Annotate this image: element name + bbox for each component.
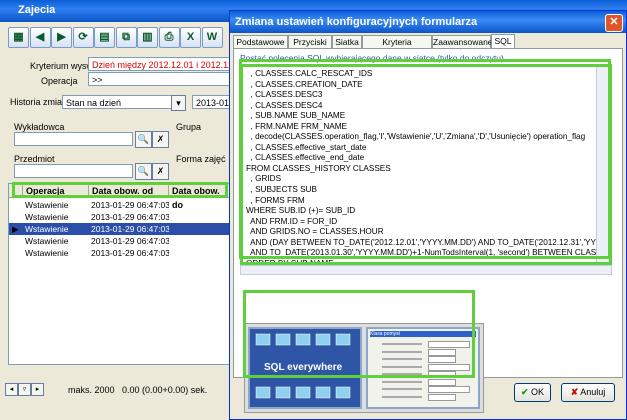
operation-field[interactable]: >>: [88, 72, 233, 86]
nav-first-icon[interactable]: ◂: [5, 383, 18, 396]
status-max: maks. 2000: [68, 385, 115, 395]
chevron-down-icon[interactable]: ▾: [171, 95, 186, 111]
cell-operacja: Wstawienie: [25, 236, 69, 246]
tab-siatka[interactable]: Siatka: [332, 35, 362, 48]
status-bar: ◂ ▿ ▸ maks. 2000 0.00 (0.00+0.00) sek.: [0, 382, 235, 398]
cell-data-od: 2013-01-29 06:47:03: [91, 200, 169, 210]
row-pointer-icon: ▶: [12, 224, 19, 234]
table-row[interactable]: ▶ Wstawienie 2013-01-29 06:47:03: [9, 223, 231, 235]
dialog-title: Zmiana ustawień konfiguracyjnych formula…: [235, 16, 478, 28]
search-icon[interactable]: 🔍: [135, 163, 152, 180]
nav-last-icon[interactable]: ▸: [31, 383, 44, 396]
ok-button[interactable]: ✔ OK: [514, 383, 551, 402]
chart-icon[interactable]: ▥: [137, 27, 158, 48]
grupa-label: Grupa: [176, 122, 202, 132]
ok-label: OK: [531, 387, 545, 397]
tab-przyciski[interactable]: Przyciski: [288, 35, 332, 48]
check-icon: ✔: [520, 387, 529, 397]
sql-highlight: [239, 59, 611, 259]
table-row[interactable]: Wstawienie 2013-01-29 06:47:03: [9, 199, 231, 211]
cell-data-od: 2013-01-29 06:47:03: [91, 236, 169, 246]
dialog-titlebar: Zmiana ustawień konfiguracyjnych formula…: [230, 11, 626, 33]
config-dialog: Zmiana ustawień konfiguracyjnych formula…: [229, 10, 627, 420]
cell-data-od: 2013-01-29 06:47:03: [91, 224, 169, 234]
thumbnail-highlight: [243, 290, 475, 378]
przedmiot-input[interactable]: [14, 164, 133, 178]
forma-label: Forma zajęć: [176, 154, 226, 164]
doc-icon[interactable]: ▤: [94, 27, 115, 48]
main-window-title: Zajecia: [18, 4, 56, 16]
criteria-label: Kryterium wysw.: [30, 61, 96, 71]
table-row[interactable]: Wstawienie 2013-01-29 06:47:03: [9, 211, 231, 223]
cell-operacja: Wstawienie: [25, 248, 69, 258]
word-icon[interactable]: W: [201, 27, 223, 48]
status-time: 0.00 (0.00+0.00) sek.: [122, 385, 208, 395]
history-select[interactable]: Stan na dzień: [62, 95, 184, 109]
grid-icon[interactable]: ▦: [8, 27, 29, 48]
clear-icon[interactable]: ✗: [152, 131, 169, 148]
history-grid: Operacja Data obow. od Data obow. do Wst…: [8, 183, 232, 365]
criteria-field[interactable]: Dzień między 2012.12.01 i 2012.12.31 i: [88, 57, 233, 71]
refresh-icon[interactable]: ⟳: [72, 27, 94, 48]
cancel-x-icon: ✘: [570, 387, 579, 397]
cell-operacja: Wstawienie: [25, 212, 69, 222]
cancel-button[interactable]: ✘ Anuluj: [561, 383, 615, 402]
search-icon[interactable]: 🔍: [135, 131, 152, 148]
back-icon[interactable]: ◀: [29, 27, 51, 48]
cell-data-od: 2013-01-29 06:47:03: [91, 212, 169, 222]
history-label: Historia zmian:: [10, 97, 70, 107]
print-icon[interactable]: ⎙: [158, 27, 180, 48]
tab-kryteria[interactable]: Kryteria filtrowania: [362, 35, 432, 60]
cell-operacja: Wstawienie: [25, 224, 69, 234]
thumbnail-form-field: [428, 378, 456, 386]
clear-icon[interactable]: ✗: [152, 163, 169, 180]
copy-icon[interactable]: ⧉: [115, 27, 137, 48]
thumbnail-form-label: [382, 380, 422, 383]
close-icon[interactable]: ✕: [605, 14, 623, 32]
wykladowca-label: Wykładowca: [14, 122, 65, 132]
cell-data-od: 2013-01-29 06:47:03: [91, 248, 169, 258]
tab-podstawowe[interactable]: Podstawowe: [233, 35, 288, 48]
thumbnail-form-label: [382, 395, 422, 398]
przedmiot-label: Przedmiot: [14, 154, 55, 164]
grid-header-highlight: [12, 182, 228, 198]
forward-icon[interactable]: ▶: [51, 27, 72, 48]
thumbnail-form-label: [382, 388, 422, 390]
table-row[interactable]: Wstawienie 2013-01-29 06:47:03: [9, 235, 231, 247]
tab-sql[interactable]: SQL: [491, 34, 515, 49]
thumbnail-form-field: [428, 386, 470, 393]
operation-label: Operacja: [41, 76, 78, 86]
tab-zaawansowane[interactable]: Zaawansowane: [432, 35, 493, 48]
wykladowca-input[interactable]: [14, 132, 133, 146]
sql-horizontal-scrollbar[interactable]: [240, 265, 612, 275]
excel-icon[interactable]: X: [180, 27, 201, 48]
table-row[interactable]: Wstawienie 2013-01-29 06:47:03: [9, 247, 231, 259]
thumbnail-form-field: [428, 393, 456, 401]
cell-operacja: Wstawienie: [25, 200, 69, 210]
cancel-label: Anuluj: [580, 387, 606, 397]
filter-icon[interactable]: ▿: [18, 383, 31, 396]
